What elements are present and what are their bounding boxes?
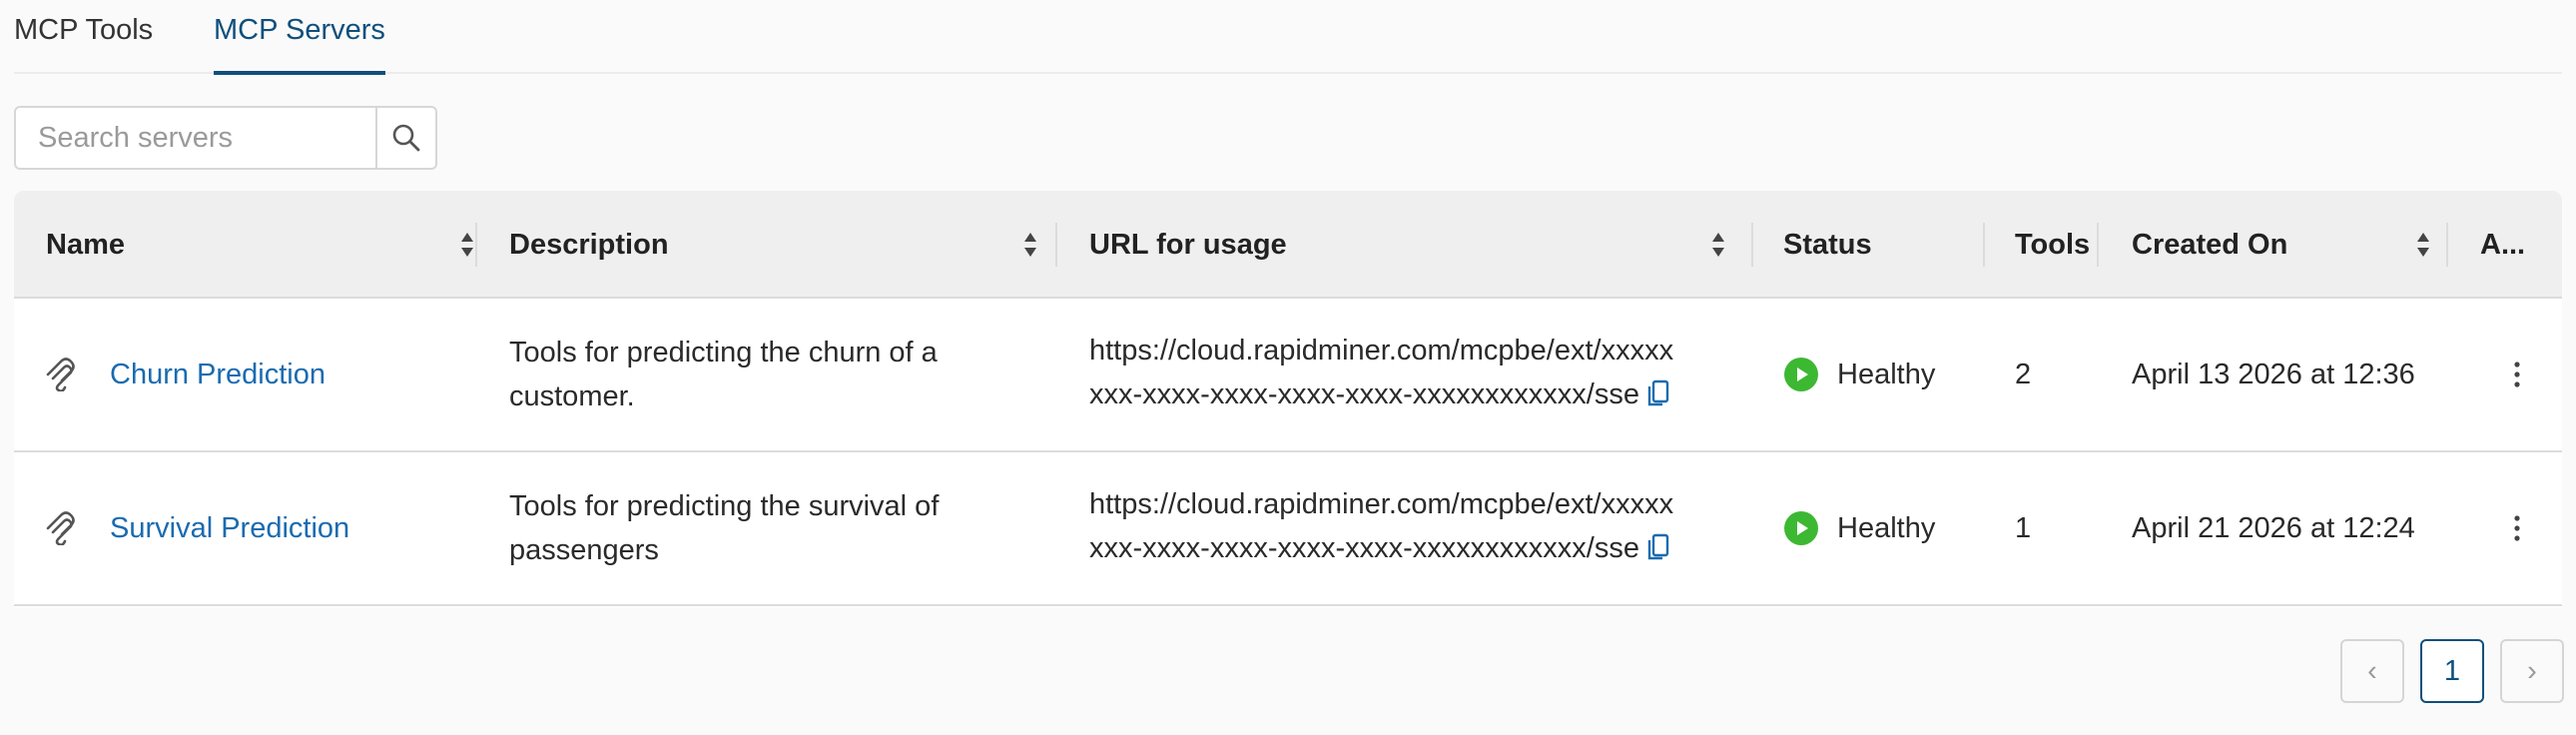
status-label: Healthy: [1837, 359, 1936, 390]
search-input[interactable]: [16, 108, 375, 168]
column-divider[interactable]: [475, 223, 477, 267]
description-cell: Tools for predicting the churn of a cust…: [509, 299, 1008, 450]
url-line: https://cloud.rapidminer.com/mcpbe/ext/x…: [1089, 335, 1674, 367]
mcp-servers-page: MCP Tools MCP Servers Name Description: [0, 0, 2576, 735]
play-circle-icon: [1784, 511, 1818, 545]
column-label: Name: [46, 228, 125, 261]
sort-icon[interactable]: [459, 231, 475, 267]
column-label: Status: [1783, 228, 1872, 261]
table-row: Churn Prediction Tools for predicting th…: [14, 299, 2562, 452]
server-name-link[interactable]: Survival Prediction: [110, 506, 349, 550]
status-cell: Healthy: [1783, 452, 1983, 604]
search-icon: [392, 124, 420, 152]
more-vertical-icon: [2514, 362, 2520, 387]
sort-icon[interactable]: [1710, 231, 1726, 267]
tab-mcp-tools[interactable]: MCP Tools: [14, 10, 153, 74]
column-header-created[interactable]: Created On: [2132, 191, 2431, 299]
next-page-button[interactable]: ›: [2500, 639, 2564, 703]
url-text: https://cloud.rapidminer.com/mcpbe/ext/x…: [1089, 482, 1673, 574]
column-header-tools[interactable]: Tools: [2015, 191, 2097, 299]
search-button[interactable]: [375, 108, 435, 168]
url-line: xxx-xxxx-xxxx-xxxx-xxxx-xxxxxxxxxxxx/sse: [1089, 378, 1639, 410]
column-divider[interactable]: [2097, 223, 2099, 267]
url-text: https://cloud.rapidminer.com/mcpbe/ext/x…: [1089, 329, 1673, 420]
column-divider[interactable]: [1055, 223, 1057, 267]
url-line-wrap: xxx-xxxx-xxxx-xxxx-xxxx-xxxxxxxxxxxx/sse: [1089, 372, 1673, 420]
column-label: Created On: [2132, 228, 2288, 261]
row-actions-button[interactable]: [2502, 452, 2532, 604]
more-vertical-icon: [2514, 515, 2520, 541]
column-label: A...: [2480, 228, 2526, 261]
url-line: https://cloud.rapidminer.com/mcpbe/ext/x…: [1089, 488, 1674, 520]
row-actions-button[interactable]: [2502, 299, 2532, 450]
column-label: Tools: [2015, 228, 2091, 261]
name-cell: Churn Prediction: [110, 299, 469, 450]
mcp-server-icon: [44, 299, 84, 450]
status-label: Healthy: [1837, 512, 1936, 544]
search-box: [14, 106, 437, 170]
copy-icon[interactable]: [1647, 530, 1669, 574]
description-text: Tools for predicting the churn of a cust…: [509, 337, 938, 412]
page-1-button[interactable]: 1: [2420, 639, 2484, 703]
server-name-link[interactable]: Churn Prediction: [110, 353, 325, 396]
column-divider[interactable]: [1983, 223, 1985, 267]
description-cell: Tools for predicting the survival of pas…: [509, 452, 1008, 604]
column-header-name[interactable]: Name: [46, 191, 475, 299]
tab-mcp-servers[interactable]: MCP Servers: [214, 10, 385, 75]
url-line-wrap: xxx-xxxx-xxxx-xxxx-xxxx-xxxxxxxxxxxx/sse: [1089, 526, 1673, 574]
name-cell: Survival Prediction: [110, 452, 469, 604]
table-header: Name Description URL for usage Status To…: [14, 191, 2562, 299]
previous-page-button[interactable]: ‹: [2340, 639, 2404, 703]
column-label: Description: [509, 228, 669, 261]
table-row: Survival Prediction Tools for predicting…: [14, 452, 2562, 606]
created-on: April 21 2026 at 12:24: [2132, 512, 2415, 544]
column-header-actions[interactable]: A...: [2480, 191, 2550, 299]
url-cell: https://cloud.rapidminer.com/mcpbe/ext/x…: [1089, 452, 1748, 604]
tab-bar: MCP Tools MCP Servers: [14, 0, 2562, 75]
tools-count: 2: [2015, 359, 2032, 390]
play-circle-icon: [1784, 358, 1818, 391]
sort-icon[interactable]: [2415, 231, 2431, 267]
tools-count: 1: [2015, 512, 2032, 544]
column-divider[interactable]: [2446, 223, 2448, 267]
url-cell: https://cloud.rapidminer.com/mcpbe/ext/x…: [1089, 299, 1748, 450]
status-cell: Healthy: [1783, 299, 1983, 450]
url-line: xxx-xxxx-xxxx-xxxx-xxxx-xxxxxxxxxxxx/sse: [1089, 532, 1639, 564]
created-on: April 13 2026 at 12:36: [2132, 359, 2415, 390]
column-divider[interactable]: [1751, 223, 1753, 267]
sort-icon[interactable]: [1022, 231, 1038, 267]
copy-icon[interactable]: [1647, 376, 1669, 420]
column-header-url[interactable]: URL for usage: [1089, 191, 1726, 299]
servers-table: Name Description URL for usage Status To…: [14, 191, 2562, 607]
mcp-server-icon: [44, 452, 84, 604]
column-label: URL for usage: [1089, 228, 1287, 261]
column-header-status[interactable]: Status: [1783, 191, 1983, 299]
description-text: Tools for predicting the survival of pas…: [509, 490, 940, 566]
column-header-description[interactable]: Description: [509, 191, 1038, 299]
